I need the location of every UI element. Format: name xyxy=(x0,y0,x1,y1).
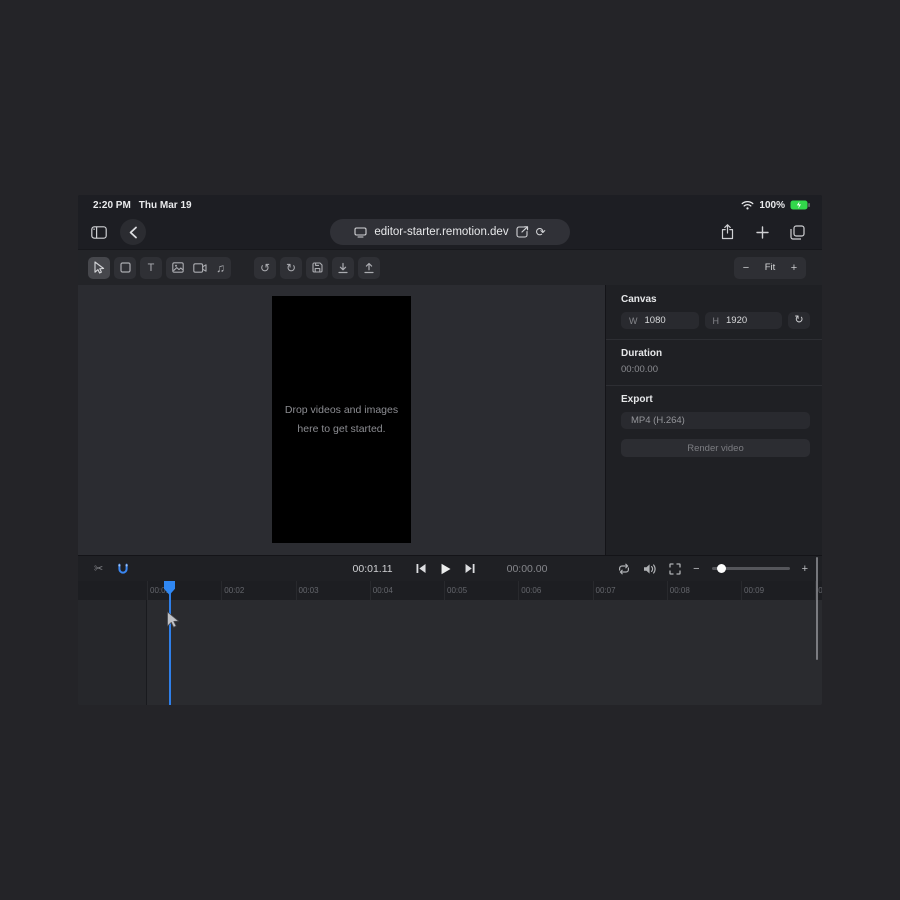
slider-thumb[interactable] xyxy=(717,564,726,573)
video-icon[interactable] xyxy=(193,263,207,273)
save-icon[interactable] xyxy=(306,257,328,279)
url-text: editor-starter.remotion.dev xyxy=(374,226,508,238)
ruler-tick xyxy=(444,581,445,600)
ruler-label: 00:03 xyxy=(299,586,319,595)
ruler-label: 00:04 xyxy=(373,586,393,595)
timeline-zoom-in-button[interactable]: + xyxy=(802,563,808,575)
ruler-label: 00:09 xyxy=(744,586,764,595)
render-video-button[interactable]: Render video xyxy=(621,439,810,457)
browser-navbar: editor-starter.remotion.dev ⟳ xyxy=(78,215,822,249)
loop-icon[interactable] xyxy=(617,563,631,575)
width-prefix: W xyxy=(629,316,638,326)
ruler-label: 00:05 xyxy=(447,586,467,595)
canvas-zoom-out-button[interactable]: − xyxy=(734,257,758,279)
redo-glyph: ↻ xyxy=(286,262,296,274)
skip-back-icon[interactable] xyxy=(416,563,427,574)
timeline-tracks[interactable] xyxy=(78,600,822,705)
editor-area: Drop videos and images here to get start… xyxy=(78,285,605,555)
ruler-label: 00:10 xyxy=(818,586,822,595)
ruler-tick xyxy=(147,581,148,600)
display-icon xyxy=(354,227,367,238)
sidebar-toggle-icon[interactable] xyxy=(86,219,112,245)
fullscreen-icon[interactable] xyxy=(669,563,681,575)
duration-section-label: Duration xyxy=(621,348,810,359)
export-section-label: Export xyxy=(621,394,810,405)
total-time: 00:00.00 xyxy=(507,563,548,575)
image-icon[interactable] xyxy=(172,262,184,273)
split-tool-icon[interactable]: ✂ xyxy=(94,562,103,575)
timeline-ruler[interactable]: 00:0100:0200:0300:0400:0500:0600:0700:08… xyxy=(78,581,822,600)
ruler-tick xyxy=(741,581,742,600)
editor-toolbar: T xyxy=(78,249,822,285)
reload-icon[interactable]: ⟳ xyxy=(536,226,546,238)
wifi-icon xyxy=(741,200,754,210)
text-tool-button[interactable]: T xyxy=(140,257,162,279)
media-tool-group: ♫ xyxy=(166,257,231,279)
backdrop: 2:20 PM Thu Mar 19 100% xyxy=(0,0,900,900)
drop-hint-line2: here to get started. xyxy=(297,423,385,435)
canvas-zoom-in-button[interactable]: + xyxy=(782,257,806,279)
mouse-cursor-icon xyxy=(166,611,180,630)
ruler-tick xyxy=(296,581,297,600)
height-value: 1920 xyxy=(726,315,747,326)
status-bar: 2:20 PM Thu Mar 19 100% xyxy=(78,195,822,215)
timeline-zoom-slider[interactable] xyxy=(712,564,790,574)
ruler-label: 00:07 xyxy=(596,586,616,595)
canvas-zoom-group: − Fit + xyxy=(734,257,806,279)
status-date: Thu Mar 19 xyxy=(139,200,192,211)
extensions-icon[interactable] xyxy=(516,226,529,238)
timeline-area: 00:0100:0200:0300:0400:0500:0600:0700:08… xyxy=(78,581,822,705)
fit-button[interactable]: Fit xyxy=(758,262,782,273)
snap-magnet-icon[interactable] xyxy=(117,563,129,575)
playhead-line xyxy=(169,581,171,705)
select-tool-button[interactable] xyxy=(88,257,110,279)
rectangle-tool-button[interactable] xyxy=(114,257,136,279)
canvas-height-field[interactable]: H 1920 xyxy=(705,312,783,329)
back-icon[interactable] xyxy=(120,219,146,245)
export-format-select[interactable]: MP4 (H.264) xyxy=(621,412,810,429)
canvas-width-field[interactable]: W 1080 xyxy=(621,312,699,329)
undo-icon[interactable]: ↺ xyxy=(254,257,276,279)
ruler-tick xyxy=(518,581,519,600)
swap-dimensions-icon[interactable]: ↻ xyxy=(788,312,810,329)
drop-hint-text: Drop videos and images here to get start… xyxy=(285,401,398,438)
share-icon[interactable] xyxy=(714,219,740,245)
download-icon[interactable] xyxy=(332,257,354,279)
tabs-overview-icon[interactable] xyxy=(784,219,810,245)
drop-hint-line1: Drop videos and images xyxy=(285,404,398,416)
track-header-gutter xyxy=(78,600,147,705)
timeline-toolbar: ✂ 00:01.11 xyxy=(78,555,822,581)
ruler-tick xyxy=(667,581,668,600)
page-scrollbar[interactable] xyxy=(816,557,819,660)
properties-panel: Canvas W 1080 H 1920 ↻ Duration 00:00.00 xyxy=(605,285,822,555)
music-icon[interactable]: ♫ xyxy=(216,262,225,274)
skip-forward-icon[interactable] xyxy=(465,563,476,574)
ruler-tick xyxy=(593,581,594,600)
ruler-label: 00:08 xyxy=(670,586,690,595)
undo-glyph: ↺ xyxy=(260,262,270,274)
ruler-label: 00:02 xyxy=(224,586,244,595)
main-content: Drop videos and images here to get start… xyxy=(78,285,822,555)
upload-icon[interactable] xyxy=(358,257,380,279)
play-icon[interactable] xyxy=(440,563,452,575)
duration-value: 00:00.00 xyxy=(621,364,810,375)
text-tool-label: T xyxy=(148,262,155,274)
battery-charging-icon xyxy=(790,200,810,210)
new-tab-icon[interactable] xyxy=(749,219,775,245)
battery-percent: 100% xyxy=(759,200,785,211)
volume-icon[interactable] xyxy=(643,563,657,575)
height-prefix: H xyxy=(713,316,720,326)
timeline-zoom-out-button[interactable]: − xyxy=(693,563,699,575)
ruler-tick xyxy=(221,581,222,600)
width-value: 1080 xyxy=(645,315,666,326)
ruler-label: 00:06 xyxy=(521,586,541,595)
composition-canvas[interactable]: Drop videos and images here to get start… xyxy=(272,296,411,543)
url-bar[interactable]: editor-starter.remotion.dev ⟳ xyxy=(330,219,570,245)
ruler-tick xyxy=(370,581,371,600)
current-time: 00:01.11 xyxy=(353,563,393,575)
redo-icon[interactable]: ↻ xyxy=(280,257,302,279)
canvas-section-label: Canvas xyxy=(621,294,810,305)
status-time: 2:20 PM xyxy=(93,200,131,211)
ipad-safari-window: 2:20 PM Thu Mar 19 100% xyxy=(78,195,822,705)
